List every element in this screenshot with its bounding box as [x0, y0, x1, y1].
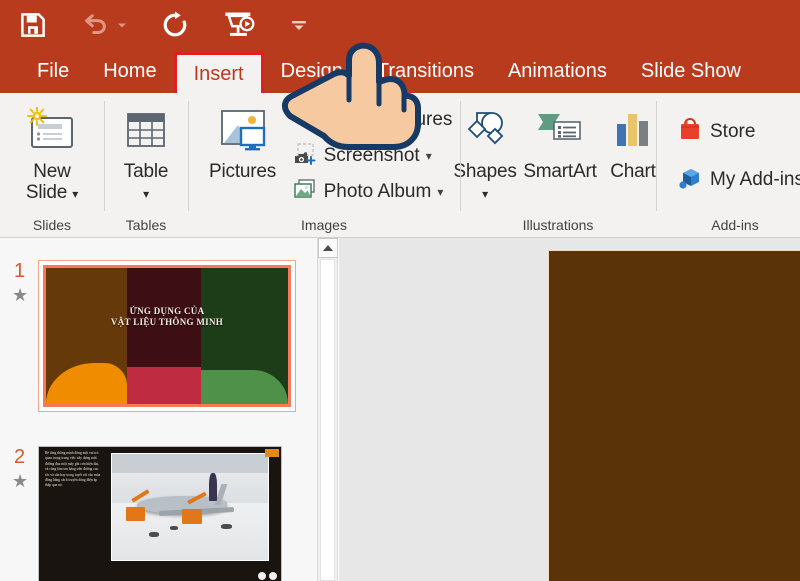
smartart-button[interactable]: SmartArt	[520, 99, 600, 182]
start-slideshow-icon[interactable]	[222, 4, 256, 46]
pictures-button[interactable]: Pictures	[196, 99, 290, 182]
ribbon: New Slide ▾ Slides	[0, 93, 800, 238]
tab-insert[interactable]: Insert	[174, 52, 264, 93]
slide-2-preview: Bê tông thông minh đóng một vai trò quan…	[39, 447, 281, 581]
slide-thumbnail-2-frame[interactable]: Bê tông thông minh đóng một vai trò quan…	[38, 446, 282, 581]
new-slide-label: New Slide ▾	[26, 161, 78, 205]
slide-2-media-controls	[258, 572, 277, 580]
store-label: Store	[710, 121, 755, 143]
powerpoint-window: File Home Insert Design Transitions Anim…	[0, 0, 800, 581]
slide-1-title: ỨNG DỤNG CỦA VẬT LIỆU THÔNG MINH	[46, 306, 288, 328]
ribbon-group-label-tables: Tables	[104, 213, 188, 237]
chevron-down-icon[interactable]: ▾	[437, 185, 443, 199]
undo-icon[interactable]	[80, 4, 110, 46]
screenshot-label: Screenshot	[324, 145, 420, 167]
scroll-up-arrow-icon[interactable]	[318, 238, 338, 258]
screenshot-button[interactable]: Screenshot ▾	[294, 141, 453, 171]
slide-thumbnail-pane[interactable]: 1 ★ ỨNG DỤNG CỦA VẬT LIỆU THÔNG MINH	[0, 238, 318, 581]
tab-animations[interactable]: Animations	[491, 50, 624, 93]
ribbon-tab-bar: File Home Insert Design Transitions Anim…	[0, 50, 800, 93]
photo-album-icon	[294, 179, 318, 206]
table-button[interactable]: Table ▾	[113, 99, 179, 205]
table-label: Table ▾	[124, 161, 168, 205]
chevron-down-icon[interactable]: ▾	[426, 149, 432, 163]
photo-album-label: Photo Album	[324, 181, 432, 203]
animation-star-icon-2: ★	[12, 472, 28, 490]
new-slide-button[interactable]: New Slide ▾	[9, 99, 95, 205]
tab-slide-show[interactable]: Slide Show	[624, 50, 758, 93]
ribbon-group-label-addins: Add-ins	[656, 213, 800, 237]
tab-design[interactable]: Design	[264, 50, 360, 93]
slide-number-2: 2	[14, 446, 25, 469]
chart-label: Chart	[610, 161, 655, 182]
ribbon-group-tables: Table ▾ Tables	[104, 93, 188, 237]
save-icon[interactable]	[18, 4, 48, 46]
current-slide-canvas[interactable]	[548, 250, 800, 581]
slide-2-corner-tag	[265, 449, 279, 457]
slide-thumbnail-1-frame[interactable]: ỨNG DỤNG CỦA VẬT LIỆU THÔNG MINH	[38, 260, 296, 412]
store-icon	[678, 118, 704, 147]
pictures-icon	[214, 103, 272, 161]
chart-icon	[609, 103, 657, 161]
editing-area: 1 ★ ỨNG DỤNG CỦA VẬT LIỆU THÔNG MINH	[0, 238, 800, 581]
ribbon-group-addins: Store My Add-ins	[656, 93, 800, 237]
chart-button[interactable]: Chart	[604, 99, 662, 182]
animation-star-icon-1: ★	[12, 286, 28, 304]
redo-icon[interactable]	[160, 4, 190, 46]
undo-dropdown-icon[interactable]	[116, 4, 128, 46]
thumbnail-scrollbar[interactable]	[318, 238, 338, 581]
images-small-buttons: Online Pictures	[294, 99, 453, 207]
my-addins-label: My Add-ins	[710, 169, 800, 191]
my-addins-button[interactable]: My Add-ins	[678, 165, 800, 195]
addins-small-buttons: Store My Add-ins	[678, 117, 800, 195]
table-icon	[121, 103, 171, 161]
screenshot-icon	[294, 143, 318, 170]
customize-qat-icon[interactable]	[288, 4, 310, 46]
tab-transitions[interactable]: Transitions	[360, 50, 491, 93]
shapes-icon	[459, 103, 511, 161]
chevron-down-icon[interactable]: ▾	[482, 187, 488, 201]
ribbon-group-label-illustrations: Illustrations	[460, 213, 656, 237]
chevron-down-icon[interactable]: ▾	[72, 187, 78, 201]
slide-2-image	[111, 453, 269, 561]
photo-album-button[interactable]: Photo Album ▾	[294, 177, 453, 207]
online-pictures-button[interactable]: Online Pictures	[294, 105, 453, 135]
tab-file[interactable]: File	[20, 50, 86, 93]
scrollbar-track[interactable]	[320, 259, 335, 581]
slide-2-body-text: Bê tông thông minh đóng một vai trò quan…	[45, 451, 103, 489]
shapes-label: Shapes ▾	[453, 161, 516, 205]
slide-1-preview: ỨNG DỤNG CỦA VẬT LIỆU THÔNG MINH	[46, 268, 288, 404]
my-addins-icon	[678, 166, 704, 195]
ribbon-group-label-images: Images	[188, 213, 460, 237]
quick-access-toolbar	[0, 0, 800, 50]
online-pictures-label: Online Pictures	[324, 109, 453, 131]
new-slide-icon	[24, 103, 80, 161]
smartart-icon	[532, 103, 588, 161]
online-pictures-icon	[294, 107, 318, 134]
shapes-button[interactable]: Shapes ▾	[454, 99, 516, 205]
tab-home[interactable]: Home	[86, 50, 173, 93]
store-button[interactable]: Store	[678, 117, 800, 147]
slide-canvas-pane[interactable]	[339, 238, 800, 581]
chevron-down-icon[interactable]: ▾	[143, 187, 149, 201]
smartart-label: SmartArt	[523, 161, 596, 182]
ribbon-group-slides: New Slide ▾ Slides	[0, 93, 104, 237]
pictures-label: Pictures	[209, 161, 276, 182]
ribbon-group-images: Pictures	[188, 93, 460, 237]
ribbon-group-illustrations: Shapes ▾	[460, 93, 656, 237]
ribbon-group-label-slides: Slides	[0, 213, 104, 237]
slide-number-1: 1	[14, 260, 25, 283]
